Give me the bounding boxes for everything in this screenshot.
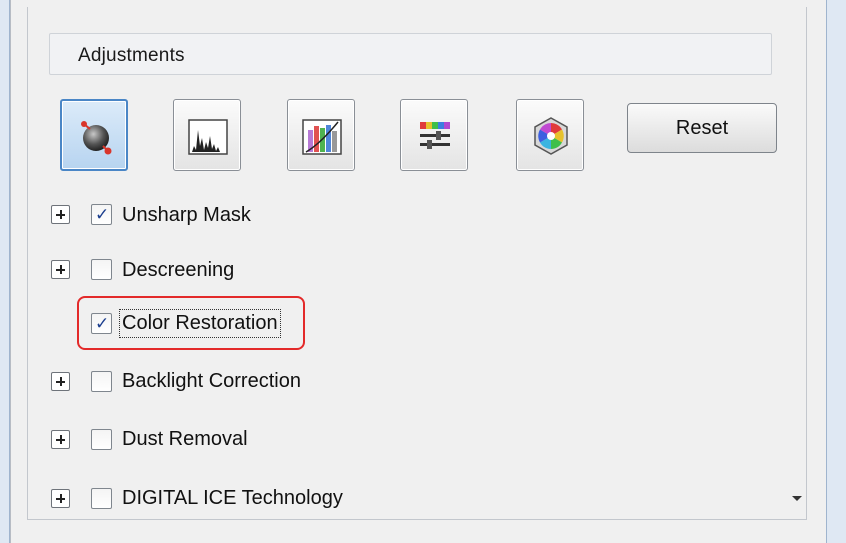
window-frame-right bbox=[826, 0, 846, 543]
color-restoration-label: Color Restoration bbox=[119, 309, 281, 338]
color-palette-icon bbox=[534, 117, 568, 155]
checkmark-icon: ✓ bbox=[95, 314, 110, 334]
auto-exposure-icon bbox=[81, 121, 112, 155]
color-palette-button[interactable] bbox=[516, 99, 584, 171]
auto-exposure-button[interactable] bbox=[60, 99, 128, 171]
color-balance-button[interactable] bbox=[400, 99, 468, 171]
histogram-button[interactable] bbox=[173, 99, 241, 171]
unsharp-mask-checkbox[interactable]: ✓ bbox=[91, 204, 112, 225]
expand-dust-removal-button[interactable] bbox=[51, 430, 70, 449]
checkmark-icon: ✓ bbox=[95, 205, 110, 225]
expand-backlight-correction-button[interactable] bbox=[51, 372, 70, 391]
descreening-label: Descreening bbox=[122, 259, 235, 281]
dust-removal-checkbox[interactable] bbox=[91, 429, 112, 450]
expand-descreening-button[interactable] bbox=[51, 260, 70, 279]
panel-title: Adjustments bbox=[78, 45, 185, 66]
dust-removal-label: Dust Removal bbox=[122, 428, 248, 450]
tone-curve-icon bbox=[302, 119, 342, 155]
descreening-checkbox[interactable] bbox=[91, 259, 112, 280]
expand-digital-ice-button[interactable] bbox=[51, 489, 70, 508]
unsharp-mask-label: Unsharp Mask bbox=[122, 204, 251, 226]
tone-curve-button[interactable] bbox=[287, 99, 355, 171]
color-balance-icon bbox=[420, 122, 450, 149]
backlight-correction-label: Backlight Correction bbox=[122, 370, 301, 392]
expand-unsharp-mask-button[interactable] bbox=[51, 205, 70, 224]
digital-ice-checkbox[interactable] bbox=[91, 488, 112, 509]
panel-bottom-border bbox=[27, 519, 807, 520]
backlight-correction-checkbox[interactable] bbox=[91, 371, 112, 392]
window-frame-left bbox=[0, 0, 10, 543]
histogram-icon bbox=[188, 119, 228, 155]
adjustments-header: Adjustments bbox=[49, 33, 772, 75]
digital-ice-label: DIGITAL ICE Technology bbox=[122, 487, 343, 509]
reset-button[interactable]: Reset bbox=[627, 103, 777, 153]
scroll-down-arrow-icon[interactable] bbox=[792, 496, 802, 501]
color-restoration-checkbox[interactable]: ✓ bbox=[91, 313, 112, 334]
